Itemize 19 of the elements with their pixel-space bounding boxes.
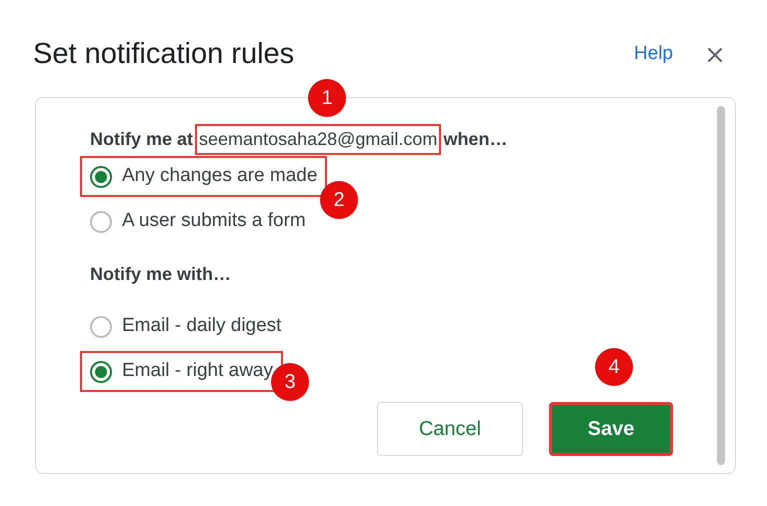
section-label: Notify me with… [90,262,232,286]
dialog-title: Set notification rules [33,36,294,72]
radio-icon [90,316,112,338]
email-address: seemantosaha28@gmail.com [195,124,442,154]
radio-icon [90,360,112,382]
radio-option[interactable]: Any changes are made [80,156,328,197]
radio-option[interactable]: Email - daily digest [80,306,292,347]
radio-icon [90,210,112,232]
notify-label: when… [443,128,508,150]
radio-icon [90,166,112,188]
radio-option[interactable]: A user submits a form [80,201,316,242]
help-link[interactable]: Help [634,40,673,69]
step-marker: 2 [320,181,358,219]
step-marker: 4 [595,348,633,386]
step-marker: 1 [308,79,346,117]
scrollbar[interactable] [717,106,725,465]
save-button[interactable]: Save [549,402,673,456]
cancel-button[interactable]: Cancel [377,402,523,456]
notify-label: Notify me at [90,128,194,151]
